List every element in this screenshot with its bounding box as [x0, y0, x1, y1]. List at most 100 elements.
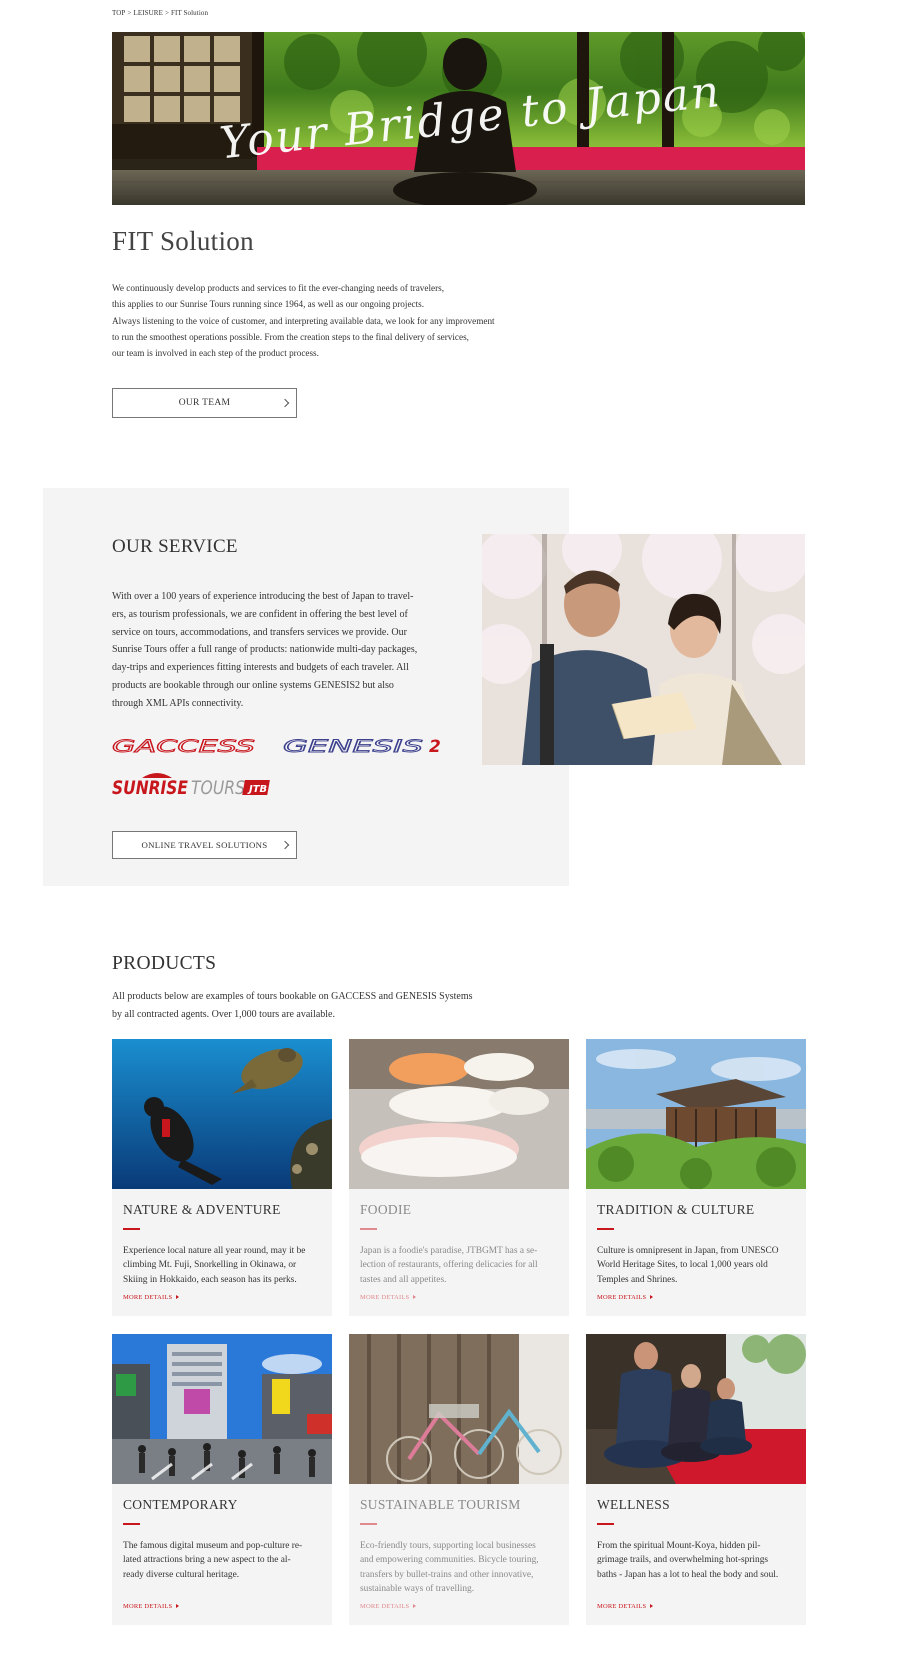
product-image-nature — [112, 1039, 332, 1189]
hero-image: Your Bridge to Japan — [112, 32, 805, 205]
description-line: transfers by bullet-trains and other inn… — [360, 1569, 534, 1580]
service-line: products are bookable through our online… — [112, 679, 394, 691]
more-details-label: MORE DETAILS — [123, 1603, 173, 1610]
product-card-description: The famous digital museum and pop-cultur… — [123, 1539, 328, 1582]
title-underline — [123, 1228, 140, 1230]
title-underline — [123, 1523, 140, 1525]
product-card-description: From the spiritual Mount-Koya, hidden pi… — [597, 1539, 802, 1582]
page-title: FIT Solution — [112, 226, 254, 256]
arrow-right-icon — [413, 1295, 417, 1299]
service-line: With over a 100 years of experience intr… — [112, 591, 414, 602]
description-line: World Heritage Sites, to local 1,000 yea… — [597, 1260, 768, 1271]
description-line: baths - Japan has a lot to heal the body… — [597, 1569, 779, 1580]
intro-line: to run the smoothest operations possible… — [112, 331, 469, 342]
intro-text: We continuously develop products and ser… — [112, 280, 632, 361]
description-line: tastes and all appetites. — [360, 1274, 447, 1285]
service-line: ers, as tourism professionals, we are co… — [112, 608, 408, 620]
service-text: With over a 100 years of experience intr… — [112, 588, 462, 713]
more-details-label: MORE DETAILS — [123, 1294, 173, 1301]
product-card-sustainable-tourism[interactable]: SUSTAINABLE TOURISM Eco-friendly tours, … — [349, 1334, 569, 1625]
genesis-logo-text: GENESIS — [283, 738, 423, 754]
service-line: through XML APIs connectivity. — [112, 697, 244, 709]
online-travel-solutions-label: ONLINE TRAVEL SOLUTIONS — [141, 840, 268, 850]
products-description: All products below are examples of tours… — [112, 988, 473, 1024]
online-travel-solutions-button[interactable]: ONLINE TRAVEL SOLUTIONS — [112, 831, 297, 859]
more-details-label: MORE DETAILS — [597, 1294, 647, 1301]
product-card-description: Japan is a foodie's paradise, JTBGMT has… — [360, 1244, 565, 1287]
product-card-wellness[interactable]: WELLNESS From the spiritual Mount-Koya, … — [586, 1334, 806, 1625]
product-card-description: Experience local nature all year round, … — [123, 1244, 328, 1287]
title-underline — [360, 1523, 377, 1525]
more-details-link[interactable]: MORE DETAILS — [360, 1603, 417, 1610]
description-line: ready diverse cultural heritage. — [123, 1569, 240, 1580]
breadcrumb-separator: > — [127, 9, 132, 17]
product-image-tradition — [586, 1039, 806, 1189]
more-details-link[interactable]: MORE DETAILS — [597, 1294, 654, 1301]
product-image-foodie — [349, 1039, 569, 1189]
genesis2-logo: GENESIS 2 — [283, 738, 441, 754]
more-details-label: MORE DETAILS — [360, 1603, 410, 1610]
product-card-contemporary[interactable]: CONTEMPORARY The famous digital museum a… — [112, 1334, 332, 1625]
intro-line: our team is involved in each step of the… — [112, 348, 319, 359]
title-underline — [360, 1228, 377, 1230]
product-card-nature-adventure[interactable]: NATURE & ADVENTURE Experience local natu… — [112, 1039, 332, 1316]
our-team-button[interactable]: OUR TEAM — [112, 388, 297, 418]
products-desc-line: All products below are examples of tours… — [112, 991, 473, 1002]
product-card-title: FOODIE — [360, 1202, 412, 1217]
intro-line: Always listening to the voice of custome… — [112, 315, 495, 326]
service-title: OUR SERVICE — [112, 536, 238, 557]
breadcrumb-current: FIT Solution — [171, 9, 209, 17]
description-line: climbing Mt. Fuji, Snorkelling in Okinaw… — [123, 1260, 297, 1271]
arrow-right-icon — [176, 1604, 180, 1608]
product-card-title: NATURE & ADVENTURE — [123, 1202, 281, 1217]
more-details-link[interactable]: MORE DETAILS — [123, 1603, 180, 1610]
sunrise-logo-text: SUNRISE — [112, 777, 188, 799]
description-line: Japan is a foodie's paradise, JTBGMT has… — [360, 1246, 538, 1256]
sunrise-tours-jtb-logo: SUNRISE TOURS JTB — [112, 773, 270, 799]
breadcrumb: TOP > LEISURE > FIT Solution — [112, 9, 210, 17]
breadcrumb-separator: > — [164, 9, 170, 17]
description-line: Temples and Shrines. — [597, 1274, 678, 1285]
intro-line: We continuously develop products and ser… — [112, 283, 445, 293]
tours-logo-text: TOURS — [191, 777, 245, 799]
chevron-right-icon — [280, 398, 290, 408]
hero-banner: Your Bridge to Japan — [112, 32, 805, 205]
product-image-contemporary — [112, 1334, 332, 1484]
description-line: Culture is omnipresent in Japan, from UN… — [597, 1246, 779, 1256]
arrow-right-icon — [650, 1295, 654, 1299]
gaccess-logo: GACCESS — [112, 738, 256, 754]
jtb-logo-text: JTB — [247, 784, 267, 795]
breadcrumb-leisure-link[interactable]: LEISURE — [133, 9, 162, 17]
more-details-label: MORE DETAILS — [360, 1294, 410, 1301]
our-team-button-label: OUR TEAM — [178, 398, 231, 408]
arrow-right-icon — [650, 1604, 654, 1608]
products-desc-line: by all contracted agents. Over 1,000 tou… — [112, 1009, 335, 1020]
service-line: Sunrise Tours offer a full range of prod… — [112, 644, 418, 656]
arrow-right-icon — [176, 1295, 180, 1299]
genesis-logo-number: 2 — [429, 738, 441, 754]
more-details-link[interactable]: MORE DETAILS — [123, 1294, 180, 1301]
description-line: grimage trails, and overwhelming hot-spr… — [597, 1555, 769, 1566]
description-line: Eco-friendly tours, supporting local bus… — [360, 1541, 536, 1551]
description-line: From the spiritual Mount-Koya, hidden pi… — [597, 1541, 761, 1551]
product-card-tradition-culture[interactable]: TRADITION & CULTURE Culture is omniprese… — [586, 1039, 806, 1316]
breadcrumb-top-link[interactable]: TOP — [112, 9, 125, 17]
arrow-right-icon — [413, 1604, 417, 1608]
service-line: day-trips and experiences fitting intere… — [112, 662, 409, 674]
more-details-link[interactable]: MORE DETAILS — [597, 1603, 654, 1610]
product-card-description: Eco-friendly tours, supporting local bus… — [360, 1539, 565, 1597]
title-underline — [597, 1523, 614, 1525]
product-card-title: WELLNESS — [597, 1497, 670, 1512]
description-line: The famous digital museum and pop-cultur… — [123, 1541, 303, 1551]
title-underline — [597, 1228, 614, 1230]
gaccess-logo-text: GACCESS — [112, 738, 255, 754]
product-image-wellness — [586, 1334, 806, 1484]
description-line: lated attractions bring a new aspect to … — [123, 1555, 291, 1566]
description-line: sustainable ways of travelling. — [360, 1584, 475, 1595]
more-details-link[interactable]: MORE DETAILS — [360, 1294, 417, 1301]
description-line: Experience local nature all year round, … — [123, 1246, 306, 1256]
description-line: and empowering communities. Bicycle tour… — [360, 1555, 539, 1566]
description-line: Skiing in Hokkaido, each season has its … — [123, 1274, 297, 1285]
products-title: PRODUCTS — [112, 953, 217, 974]
product-card-foodie[interactable]: FOODIE Japan is a foodie's paradise, JTB… — [349, 1039, 569, 1316]
